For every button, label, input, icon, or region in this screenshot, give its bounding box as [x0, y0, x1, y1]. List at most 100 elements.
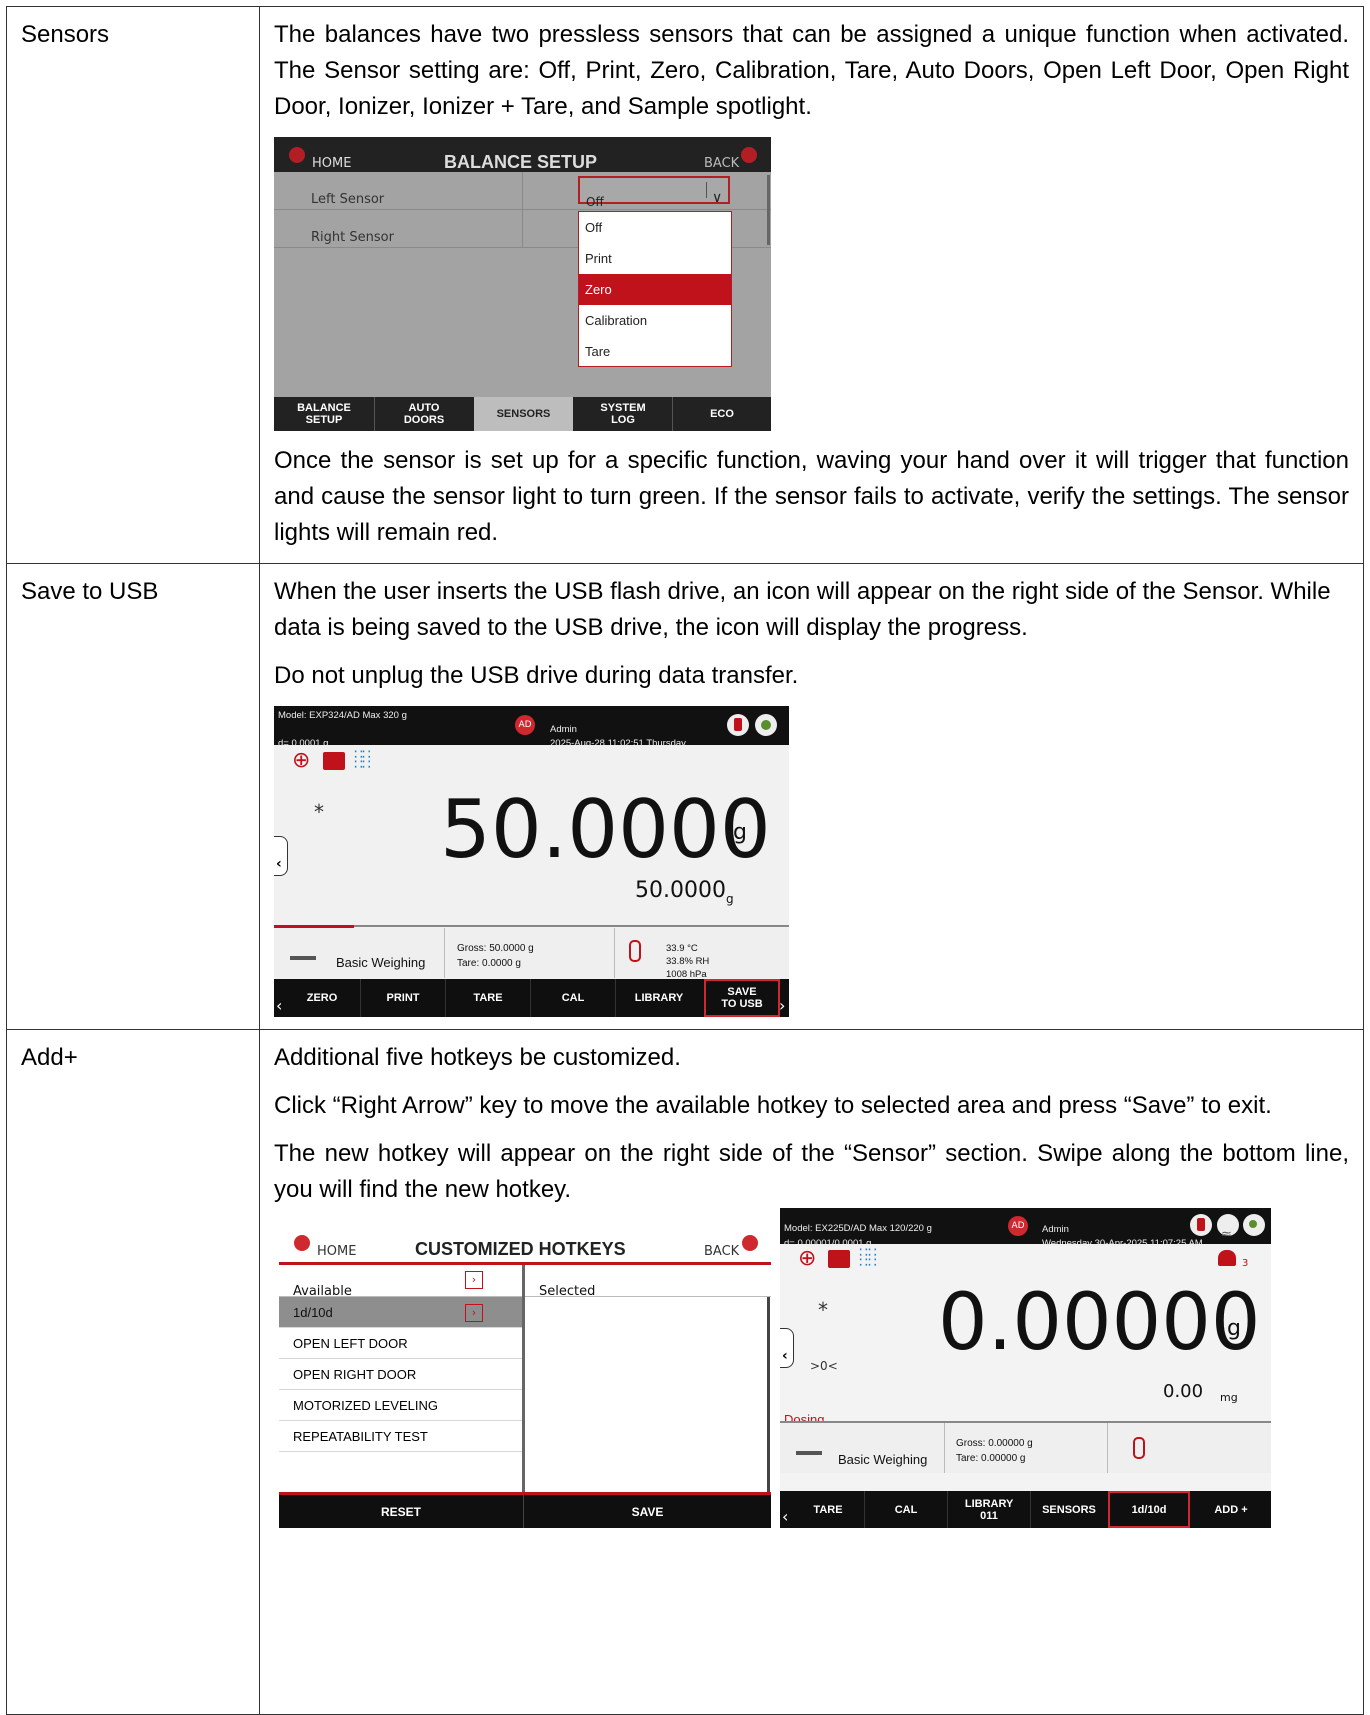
document: Sensors The balances have two pressless …: [6, 6, 1364, 1715]
selected-header: Selected: [525, 1265, 771, 1299]
sensors-button[interactable]: SENSORS: [1031, 1491, 1107, 1528]
home-icon[interactable]: [289, 147, 305, 163]
tare-value: Tare: 0.00000 g: [956, 1453, 1026, 1464]
1d-10d-button[interactable]: 1d/10d: [1108, 1491, 1190, 1528]
cal-button[interactable]: CAL: [865, 1491, 947, 1528]
balance-icon: [796, 1437, 822, 1455]
alarm-icon[interactable]: [1218, 1250, 1236, 1266]
stability-asterisk: *: [818, 1298, 828, 1322]
paragraph: Additional five hotkeys be customized.: [274, 1044, 681, 1071]
tab-auto-doors[interactable]: AUTO DOORS: [375, 397, 473, 431]
status-bar: Model: EXP324/AD Max 320 g d= 0.0001 g A…: [274, 706, 789, 749]
info-panel: Basic Weighing Gross: 0.00000 g Tare: 0.…: [780, 1423, 1271, 1473]
scrollbar[interactable]: [767, 175, 770, 245]
tab-balance-setup[interactable]: BALANCE SETUP: [274, 397, 374, 431]
target-icon[interactable]: [1243, 1214, 1265, 1236]
hotkey-item[interactable]: REPEATABILITY TEST: [279, 1421, 522, 1452]
right-sensor-label: Right Sensor: [311, 230, 394, 245]
save-to-usb-button[interactable]: SAVE TO USB: [704, 979, 780, 1017]
sub-unit: g: [726, 892, 734, 906]
usb-progress-icon[interactable]: [727, 714, 749, 736]
move-all-right-icon[interactable]: ›: [465, 1271, 483, 1289]
menu-toggle-handle[interactable]: ‹: [274, 836, 288, 876]
reset-button[interactable]: RESET: [279, 1495, 523, 1528]
paragraph: When the user inserts the USB flash driv…: [274, 578, 1331, 641]
option-print[interactable]: Print: [579, 243, 731, 274]
datetime: 2025-Aug-28 11:02:51 Thursday: [550, 738, 686, 749]
tab-sensors[interactable]: SENSORS: [474, 397, 573, 431]
print-button[interactable]: PRINT: [361, 979, 445, 1017]
paragraph: The balances have two pressless sensors …: [274, 21, 1349, 120]
sensor-target-icon: ⊕: [798, 1246, 817, 1271]
move-right-icon[interactable]: ›: [465, 1304, 483, 1322]
row-label: Save to USB: [6, 563, 260, 1030]
sensor-options-list[interactable]: Off Print Zero Calibration Tare: [578, 211, 732, 367]
user-avatar[interactable]: AD: [515, 715, 535, 735]
zero-button[interactable]: ZERO: [284, 979, 360, 1017]
main-weight: 0.00000: [938, 1278, 1261, 1368]
user-avatar[interactable]: AD: [1008, 1216, 1028, 1236]
scroll-left-icon[interactable]: ‹: [276, 988, 282, 1017]
balance-icon: [290, 942, 316, 960]
paragraph: Click “Right Arrow” key to move the avai…: [274, 1092, 1272, 1119]
sub-unit: mg: [1220, 1391, 1238, 1404]
tare-button[interactable]: TARE: [446, 979, 530, 1017]
tab-eco[interactable]: ECO: [673, 397, 771, 431]
save-button[interactable]: SAVE: [524, 1495, 771, 1528]
wifi-icon[interactable]: ≈: [1217, 1214, 1239, 1242]
back-icon[interactable]: [742, 1235, 758, 1251]
tare-button[interactable]: TARE: [792, 1491, 864, 1528]
hotkey-item[interactable]: OPEN LEFT DOOR: [279, 1328, 522, 1359]
hotkey-bar: ‹ TARE CAL LIBRARY 011 SENSORS 1d/10d AD…: [780, 1491, 1271, 1528]
menu-toggle-handle[interactable]: ‹: [780, 1328, 794, 1368]
thermometer-icon: [1133, 1437, 1145, 1459]
paragraph: Once the sensor is set up for a specific…: [274, 447, 1349, 546]
tab-system-log[interactable]: SYSTEM LOG: [574, 397, 672, 431]
option-tare[interactable]: Tare: [579, 336, 731, 367]
network-icon: ∷∷ ∷∷: [859, 1245, 877, 1271]
application-name[interactable]: Basic Weighing: [838, 1442, 927, 1478]
dosing-weighing-screenshot: Model: EX225D/AD Max 120/220 g d= 0.0000…: [780, 1208, 1271, 1528]
sub-weight: 50.0000: [635, 878, 726, 903]
thermometer-icon: [629, 940, 641, 962]
hotkey-item[interactable]: MOTORIZED LEVELING: [279, 1390, 522, 1421]
scrollbar[interactable]: [767, 1297, 770, 1492]
scroll-left-icon[interactable]: ‹: [782, 1499, 788, 1528]
status-bar: Model: EX225D/AD Max 120/220 g d= 0.0000…: [780, 1208, 1271, 1249]
available-header: Available ›: [279, 1265, 522, 1299]
row-label: Add+: [6, 1029, 260, 1715]
library-button[interactable]: LIBRARY: [616, 979, 702, 1017]
hotkey-bar: ‹ ZERO PRINT TARE CAL LIBRARY SAVE TO US…: [274, 979, 789, 1017]
balance-setup-screenshot: HOME BALANCE SETUP BACK Left Sensor Off …: [274, 137, 771, 431]
option-off[interactable]: Off: [579, 212, 731, 243]
option-calibration[interactable]: Calibration: [579, 305, 731, 336]
row-label: Sensors: [6, 6, 260, 564]
library-button[interactable]: LIBRARY 011: [948, 1491, 1030, 1528]
stability-asterisk: *: [314, 800, 324, 824]
top-bar: HOME CUSTOMIZED HOTKEYS BACK: [279, 1222, 771, 1262]
add-hotkey-button[interactable]: ADD +: [1192, 1491, 1270, 1528]
datetime: Wednesday 30-Apr-2025 11:07:25 AM: [1042, 1238, 1202, 1249]
chevron-left-icon: ‹: [782, 1348, 788, 1364]
home-icon[interactable]: [294, 1235, 310, 1251]
usb-icon[interactable]: [1190, 1214, 1212, 1236]
paragraph: Do not unplug the USB drive during data …: [274, 662, 799, 689]
left-sensor-row: Left Sensor Off ∨: [274, 172, 771, 247]
target-icon[interactable]: [755, 714, 777, 736]
sub-weight: 0.00: [1163, 1381, 1204, 1402]
left-sensor-select[interactable]: Off ∨: [578, 176, 730, 209]
info-panel: Basic Weighing Gross: 50.0000 g Tare: 0.…: [274, 928, 789, 981]
chevron-left-icon: ‹: [276, 856, 282, 872]
hotkey-item[interactable]: 1d/10d: [279, 1297, 522, 1328]
option-zero[interactable]: Zero: [579, 274, 731, 305]
paragraph: The new hotkey will appear on the right …: [274, 1140, 1349, 1203]
hotkey-item[interactable]: OPEN RIGHT DOOR: [279, 1359, 522, 1390]
application-name[interactable]: Basic Weighing: [336, 945, 425, 981]
cal-button[interactable]: CAL: [531, 979, 615, 1017]
table-row-add: Add+ Additional five hotkeys be customiz…: [6, 1029, 1364, 1715]
scroll-right-icon[interactable]: ›: [779, 988, 785, 1017]
main-weight: 50.0000: [440, 783, 771, 876]
model-text: Model: EXP324/AD Max 320 g: [278, 710, 407, 721]
top-bar: HOME BALANCE SETUP BACK: [274, 137, 771, 172]
back-icon[interactable]: [741, 147, 757, 163]
